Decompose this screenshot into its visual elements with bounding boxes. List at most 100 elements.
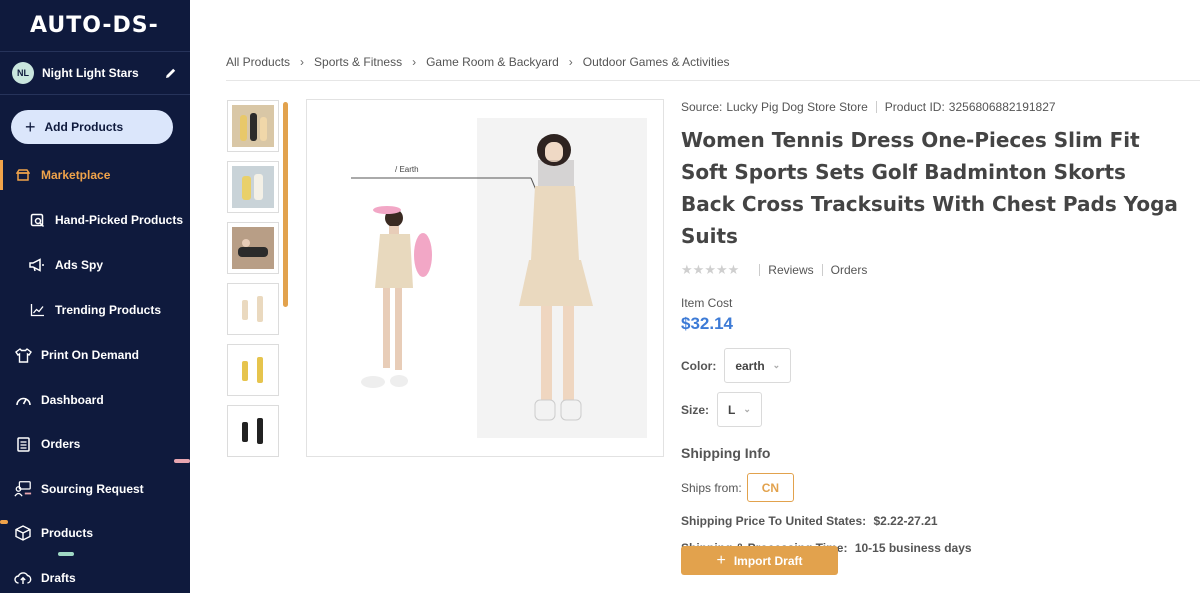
product-thumbnail[interactable] <box>227 344 279 396</box>
product-id-label: Product ID: <box>884 100 945 114</box>
star-icon: ★ <box>715 262 728 277</box>
product-thumbnail[interactable] <box>227 283 279 335</box>
size-select[interactable]: L ⌄ <box>717 392 762 427</box>
megaphone-icon <box>28 256 46 274</box>
clipboard-icon <box>14 435 32 453</box>
plus-icon: + <box>25 117 36 137</box>
sidebar-item-print-on-demand[interactable]: Print On Demand <box>0 335 190 375</box>
product-main-image[interactable]: / Earth <box>306 99 664 457</box>
ships-from-label: Ships from: <box>681 480 742 495</box>
image-annotation: / Earth <box>395 165 419 174</box>
store-name: Night Light Stars <box>42 66 139 80</box>
divider <box>226 80 1200 81</box>
product-thumbnail[interactable] <box>227 222 279 274</box>
product-thumbnail[interactable] <box>227 100 279 152</box>
breadcrumb-link[interactable]: Sports & Fitness <box>314 55 402 69</box>
sidebar-item-hand-picked-products[interactable]: Hand-Picked Products <box>0 200 190 240</box>
item-cost: $32.14 <box>681 314 733 333</box>
main-content: All Products › Sports & Fitness › Game R… <box>190 0 1200 593</box>
shipping-price-value: $2.22-27.21 <box>873 514 938 528</box>
sidebar-item-label: Print On Demand <box>41 348 140 362</box>
cloud-upload-icon <box>14 569 32 587</box>
color-label: Color: <box>681 358 717 373</box>
add-products-label: Add Products <box>44 120 124 134</box>
sidebar-item-label: Trending Products <box>55 303 162 317</box>
product-id: 3256806882191827 <box>948 100 1056 114</box>
product-thumbnail[interactable] <box>227 405 279 457</box>
sidebar-item-label: Drafts <box>41 571 76 585</box>
shipping-info-heading: Shipping Info <box>681 445 771 461</box>
divider <box>759 264 761 276</box>
star-icon: ★ <box>681 262 693 277</box>
chevron-right-icon: › <box>568 55 573 69</box>
chevron-down-icon: ⌄ <box>772 360 781 370</box>
rating-line: ★ ★ ★ ★ ★ Reviews Orders <box>681 262 1181 278</box>
divider <box>875 101 877 113</box>
orders-label: Orders <box>830 263 868 277</box>
autods-logo[interactable]: AUTO-DS- <box>0 0 190 52</box>
sidebar-item-drafts[interactable]: Drafts <box>0 558 190 593</box>
sidebar-item-marketplace[interactable]: Marketplace <box>0 155 190 195</box>
sidebar-item-label: Ads Spy <box>55 258 104 272</box>
import-draft-label: Import Draft <box>733 553 803 568</box>
sidebar-item-sourcing-request[interactable]: Sourcing Request <box>0 469 190 509</box>
store-avatar: NL <box>12 62 34 84</box>
ships-from-option[interactable]: CN <box>746 473 795 502</box>
source-label: Source: <box>681 100 723 114</box>
product-thumbnail[interactable] <box>227 161 279 213</box>
sourcing-icon <box>14 480 32 498</box>
sidebar-item-dashboard[interactable]: Dashboard <box>0 380 190 420</box>
plus-icon: + <box>716 551 726 569</box>
decorative-mark <box>58 552 74 556</box>
color-select[interactable]: earth ⌄ <box>724 348 792 383</box>
source-line: Source: Lucky Pig Dog Store Store Produc… <box>681 100 1181 114</box>
trend-chart-icon <box>28 301 46 319</box>
add-products-button[interactable]: + Add Products <box>11 110 173 144</box>
star-icon: ★ <box>727 262 740 277</box>
color-option: Color: earth ⌄ <box>681 348 1181 383</box>
sidebar-item-products[interactable]: Products <box>0 513 190 553</box>
sidebar-item-orders[interactable]: Orders <box>0 424 190 464</box>
source-store[interactable]: Lucky Pig Dog Store Store <box>726 100 867 114</box>
decorative-mark <box>0 520 8 524</box>
gauge-icon <box>14 391 32 409</box>
thumbnail-scrollbar[interactable] <box>283 102 288 307</box>
sidebar-item-label: Sourcing Request <box>41 482 144 496</box>
tshirt-icon <box>14 346 32 364</box>
chevron-down-icon: ⌄ <box>743 404 751 414</box>
product-info: Source: Lucky Pig Dog Store Store Produc… <box>681 100 1181 575</box>
sidebar: AUTO-DS- NL Night Light Stars + Add Prod… <box>0 0 190 593</box>
sidebar-item-label: Dashboard <box>41 393 104 407</box>
decorative-mark <box>174 459 190 463</box>
pencil-icon[interactable] <box>164 66 178 80</box>
shipping-price-label: Shipping Price To United States: <box>681 514 867 528</box>
sidebar-item-label: Orders <box>41 437 81 451</box>
ships-from: Ships from: CN <box>681 473 1181 502</box>
reviews-link[interactable]: Reviews <box>768 263 813 277</box>
sidebar-item-ads-spy[interactable]: Ads Spy <box>0 245 190 285</box>
sidebar-item-label: Marketplace <box>41 168 111 182</box>
shipping-price: Shipping Price To United States: $2.22-2… <box>681 514 1181 528</box>
store-selector[interactable]: NL Night Light Stars <box>0 52 190 95</box>
shipping-time-value: 10-15 business days <box>854 541 972 555</box>
color-value: earth <box>735 358 765 373</box>
size-label: Size: <box>681 402 710 417</box>
import-draft-button[interactable]: + Import Draft <box>681 546 838 575</box>
sidebar-item-label: Products <box>41 526 94 540</box>
search-doc-icon <box>28 211 46 229</box>
star-icon: ★ <box>692 262 705 277</box>
breadcrumb-link[interactable]: All Products <box>226 55 290 69</box>
star-icon: ★ <box>704 262 716 277</box>
breadcrumb-link[interactable]: Outdoor Games & Activities <box>583 55 730 69</box>
item-cost-label: Item Cost <box>681 296 733 310</box>
size-value: L <box>728 402 736 417</box>
breadcrumb: All Products › Sports & Fitness › Game R… <box>226 55 730 69</box>
thumbnail-list <box>227 100 279 466</box>
breadcrumb-link[interactable]: Game Room & Backyard <box>426 55 559 69</box>
sidebar-item-label: Hand-Picked Products <box>55 213 184 227</box>
sidebar-item-trending-products[interactable]: Trending Products <box>0 290 190 330</box>
size-option: Size: L ⌄ <box>681 392 1181 427</box>
chevron-right-icon: › <box>300 55 305 69</box>
box-icon <box>14 524 32 542</box>
divider <box>821 264 823 276</box>
